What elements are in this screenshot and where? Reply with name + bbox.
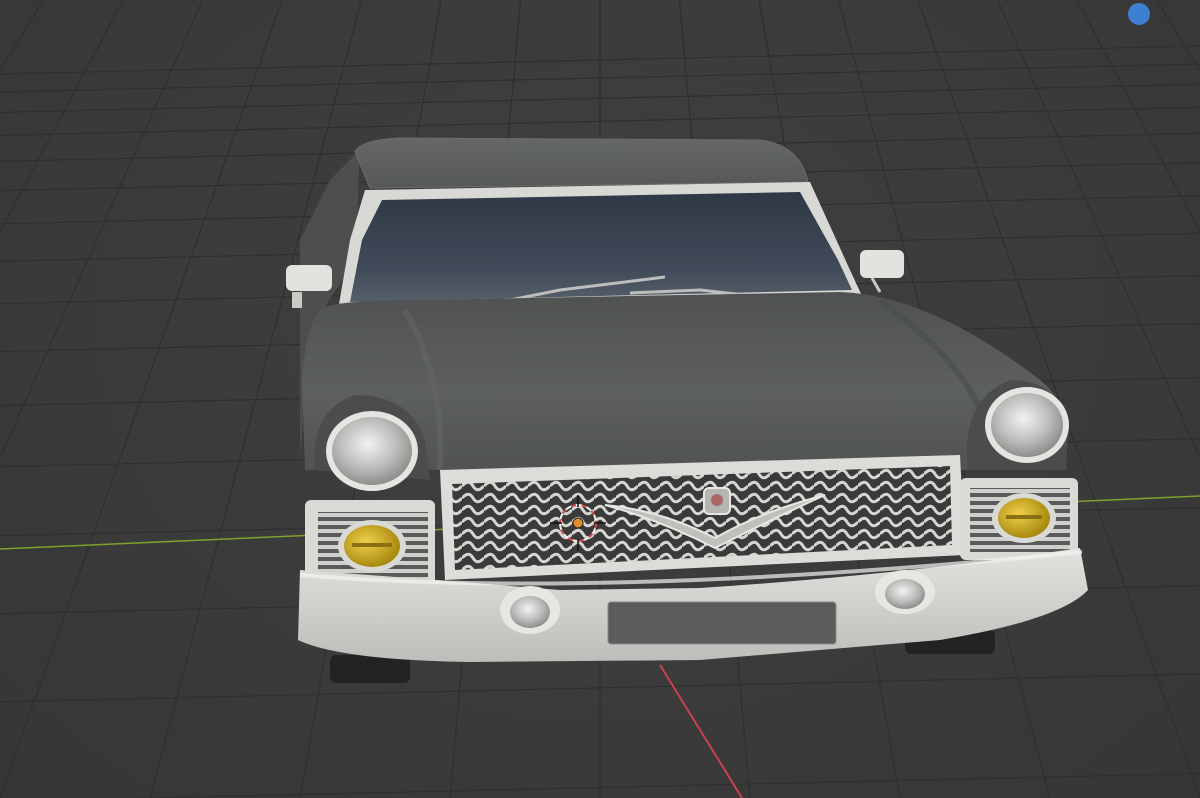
right-fog-lamp-panel — [960, 478, 1078, 560]
right-headlight — [985, 387, 1069, 463]
left-headlight — [326, 411, 418, 491]
car-model[interactable] — [286, 137, 1088, 683]
gizmo-axis-dot-icon[interactable] — [1128, 3, 1150, 25]
3d-viewport[interactable] — [0, 0, 1200, 798]
license-plate — [607, 601, 837, 645]
right-mirror — [860, 250, 904, 293]
viewport-scene[interactable] — [0, 0, 1200, 798]
